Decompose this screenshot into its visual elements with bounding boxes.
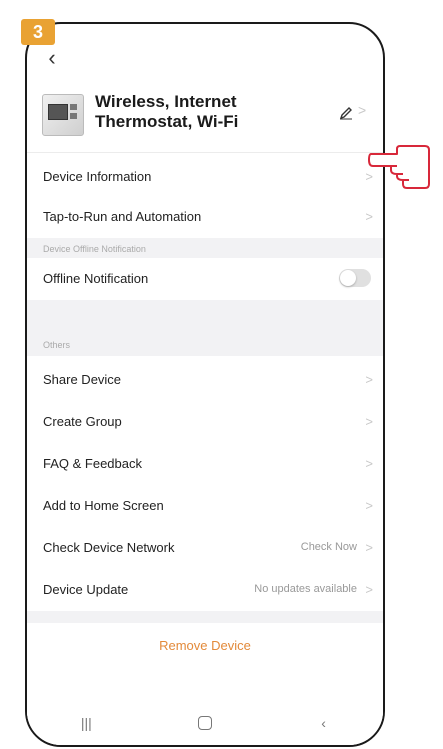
recents-icon[interactable]: ||| <box>66 715 106 731</box>
device-information-row[interactable]: Device Information > <box>27 156 383 196</box>
device-header: Wireless, Internet Thermostat, Wi-Fi > <box>27 84 383 152</box>
others-section-title: Others <box>43 340 71 350</box>
device-update-row[interactable]: Device Update No updates available > <box>27 569 383 609</box>
chevron-right-icon: > <box>365 413 373 429</box>
check-network-label: Check Device Network <box>43 539 175 555</box>
android-navigation-bar: ||| ‹ <box>27 701 383 745</box>
offline-notification-label: Offline Notification <box>43 270 149 286</box>
pointing-hand-icon <box>368 145 430 189</box>
chevron-right-icon: > <box>365 581 373 597</box>
device-update-label: Device Update <box>43 581 129 597</box>
pencil-icon[interactable] <box>339 106 353 120</box>
chevron-right-icon: > <box>365 539 373 555</box>
offline-notification-toggle[interactable] <box>339 269 371 287</box>
home-icon[interactable] <box>185 716 225 730</box>
faq-feedback-row[interactable]: FAQ & Feedback > <box>27 443 383 483</box>
phone-frame: ‹ Wireless, Internet Thermostat, Wi-Fi >… <box>25 22 385 747</box>
device-name: Wireless, Internet Thermostat, Wi-Fi <box>95 92 239 131</box>
chevron-right-icon: > <box>365 371 373 387</box>
check-network-value: Check Now <box>300 541 357 553</box>
chevron-right-icon: > <box>365 455 373 471</box>
add-home-screen-row[interactable]: Add to Home Screen > <box>27 485 383 525</box>
chevron-right-icon: > <box>365 497 373 513</box>
thermostat-device-image <box>42 94 84 136</box>
offline-section-header: Device Offline Notification <box>27 238 383 258</box>
share-device-label: Share Device <box>43 371 122 387</box>
section-spacer <box>27 611 383 623</box>
device-information-label: Device Information <box>43 168 152 184</box>
step-number-badge: 3 <box>21 19 55 45</box>
offline-notification-row: Offline Notification <box>27 258 383 298</box>
back-arrow-icon[interactable]: ‹ <box>43 46 61 70</box>
chevron-right-icon: > <box>365 208 373 224</box>
faq-feedback-label: FAQ & Feedback <box>43 455 142 471</box>
divider <box>27 152 383 153</box>
share-device-row[interactable]: Share Device > <box>27 359 383 399</box>
create-group-label: Create Group <box>43 413 122 429</box>
chevron-right-icon: > <box>358 102 367 118</box>
others-section-header: Others <box>27 300 383 356</box>
remove-device-button[interactable]: Remove Device <box>27 623 383 667</box>
check-network-row[interactable]: Check Device Network Check Now > <box>27 527 383 567</box>
offline-section-title: Device Offline Notification <box>43 244 146 254</box>
device-update-value: No updates available <box>254 583 357 595</box>
add-home-screen-label: Add to Home Screen <box>43 497 164 513</box>
create-group-row[interactable]: Create Group > <box>27 401 383 441</box>
back-icon[interactable]: ‹ <box>304 715 344 731</box>
tap-to-run-label: Tap-to-Run and Automation <box>43 208 202 224</box>
tap-to-run-row[interactable]: Tap-to-Run and Automation > <box>27 196 383 236</box>
